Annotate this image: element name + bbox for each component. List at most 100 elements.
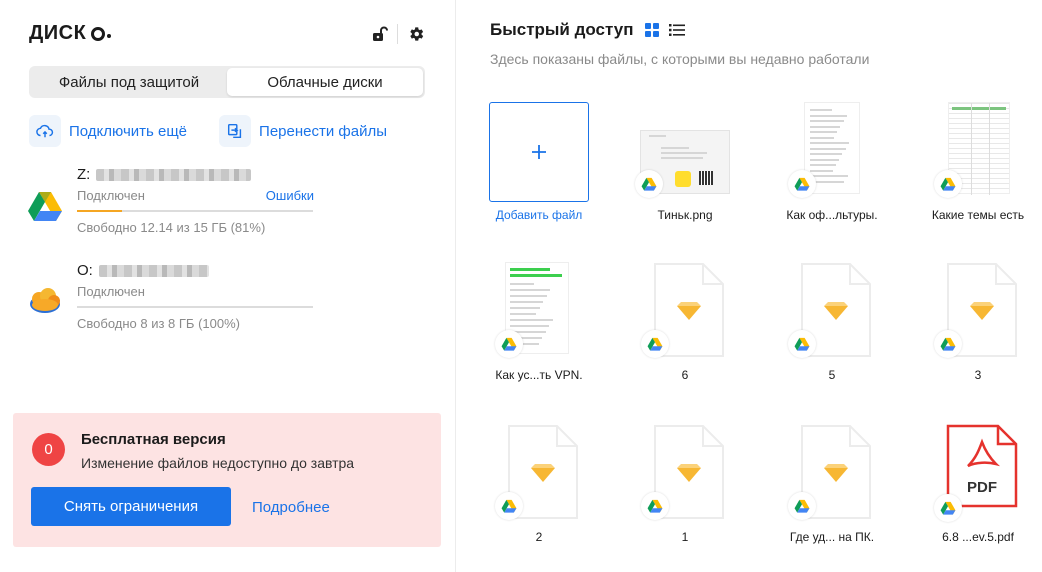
file-tile[interactable]: 2 — [469, 424, 609, 572]
disk-name: Z: — [77, 166, 252, 183]
file-tile[interactable]: PDF 6.8 ...ev.5.pdf — [908, 424, 1042, 572]
cloud-icon — [27, 284, 63, 316]
disk-status: Подключен — [77, 284, 145, 299]
file-preview — [489, 424, 589, 524]
google-drive-badge-icon — [495, 330, 523, 358]
tab-cloud-disks[interactable]: Облачные диски — [227, 68, 423, 96]
transfer-files-label: Перенести файлы — [259, 122, 387, 140]
google-drive-badge-icon — [934, 170, 962, 198]
blurred-disk-label — [98, 264, 209, 277]
file-preview — [635, 424, 735, 524]
quick-access-panel: Быстрый доступ Здесь показаны файлы, с к… — [457, 0, 1042, 572]
logo-dot-icon — [107, 33, 112, 38]
gear-icon[interactable] — [407, 25, 425, 43]
file-preview — [635, 262, 735, 362]
free-version-banner: 0 Бесплатная версия Изменение файлов нед… — [13, 413, 441, 547]
errors-link[interactable]: Ошибки — [266, 188, 314, 203]
google-drive-badge-icon — [788, 170, 816, 198]
quick-access-title: Быстрый доступ — [490, 20, 634, 39]
remove-limits-button[interactable]: Снять ограничения — [31, 487, 231, 526]
header-divider — [397, 24, 398, 44]
logo-ring-icon — [91, 26, 106, 41]
storage-tabs: Файлы под защитой Облачные диски — [29, 66, 425, 98]
file-name: Как ус...ть VPN. — [495, 368, 583, 382]
disk-usage-fill — [77, 210, 122, 212]
remaining-count-badge: 0 — [32, 433, 65, 466]
quick-access-header: Быстрый доступ — [490, 20, 686, 40]
file-preview — [635, 102, 735, 202]
disk-usage-bar — [77, 210, 313, 212]
google-drive-badge-icon — [641, 492, 669, 520]
plus-icon — [532, 145, 546, 159]
file-tile[interactable]: 1 — [615, 424, 755, 572]
file-tile[interactable]: Как оф...льтуры. — [762, 102, 902, 250]
file-preview — [489, 262, 589, 362]
connect-more-button[interactable]: Подключить ещё — [29, 115, 187, 147]
google-drive-badge-icon — [788, 330, 816, 358]
file-name: 5 — [828, 368, 836, 382]
google-drive-badge-icon — [788, 492, 816, 520]
promo-title: Бесплатная версия — [81, 431, 226, 448]
file-name: Как оф...льтуры. — [786, 208, 878, 222]
file-name: 2 — [535, 530, 543, 544]
file-preview — [782, 262, 882, 362]
logo-text: ДИСК — [29, 22, 87, 44]
promo-text: Изменение файлов недоступно до завтра — [81, 455, 355, 471]
logo: ДИСК — [29, 22, 112, 45]
yellow-logo — [675, 171, 691, 187]
add-file-button[interactable] — [489, 102, 589, 202]
grid-view-icon[interactable] — [645, 23, 660, 37]
blurred-disk-label — [96, 168, 252, 181]
file-tile[interactable]: 6 — [615, 262, 755, 410]
left-panel: ДИСК Файлы под защитой Облачные диски По… — [0, 0, 456, 572]
file-preview — [928, 262, 1028, 362]
file-name: Какие темы есть — [931, 208, 1025, 222]
file-name: 3 — [974, 368, 982, 382]
list-view-icon[interactable] — [669, 23, 686, 37]
quick-access-subtitle: Здесь показаны файлы, с которыми вы неда… — [490, 51, 870, 67]
file-tile[interactable]: Тиньк.png — [615, 102, 755, 250]
disk-letter: O: — [77, 262, 93, 279]
header-icons — [370, 24, 425, 44]
add-file-label: Добавить файл — [495, 208, 583, 222]
add-file-tile[interactable]: Добавить файл — [469, 102, 609, 250]
file-preview: PDF — [928, 424, 1028, 524]
google-drive-badge-icon — [641, 330, 669, 358]
disk-free-space: Свободно 12.14 из 15 ГБ (81%) — [77, 220, 266, 235]
file-preview — [782, 424, 882, 524]
file-preview — [928, 102, 1028, 202]
disk-status: Подключен — [77, 188, 145, 203]
file-tile[interactable]: 5 — [762, 262, 902, 410]
disk-free-space: Свободно 8 из 8 ГБ (100%) — [77, 316, 240, 331]
google-drive-badge-icon — [934, 330, 962, 358]
app-window: ДИСК Файлы под защитой Облачные диски По… — [0, 0, 1042, 572]
qr-code — [699, 171, 713, 185]
disk-usage-bar — [77, 306, 313, 308]
file-name: 6.8 ...ev.5.pdf — [942, 530, 1014, 544]
disk-name: O: — [77, 262, 209, 279]
transfer-icon — [219, 115, 252, 147]
file-name: Где уд... на ПК. — [789, 530, 875, 544]
unlock-icon[interactable] — [370, 25, 388, 43]
transfer-files-button[interactable]: Перенести файлы — [219, 115, 387, 147]
file-name: 1 — [681, 530, 689, 544]
svg-text:PDF: PDF — [967, 479, 997, 496]
file-tile[interactable]: Какие темы есть — [908, 102, 1042, 250]
disk-letter: Z: — [77, 166, 91, 183]
disk-item-z[interactable]: Z: Подключен Ошибки Свободно 12.14 из 15… — [27, 166, 317, 246]
file-tile[interactable]: Как ус...ть VPN. — [469, 262, 609, 410]
google-drive-badge-icon — [934, 494, 962, 522]
tab-protected-files[interactable]: Файлы под защитой — [31, 68, 227, 96]
file-tile[interactable]: Где уд... на ПК. — [762, 424, 902, 572]
file-name: Тиньк.png — [657, 208, 713, 222]
google-drive-icon — [27, 190, 63, 222]
google-drive-badge-icon — [495, 492, 523, 520]
file-tile[interactable]: 3 — [908, 262, 1042, 410]
more-info-link[interactable]: Подробнее — [252, 499, 330, 516]
google-drive-badge-icon — [635, 170, 663, 198]
file-preview — [782, 102, 882, 202]
cloud-sync-icon — [29, 115, 61, 147]
disk-actions: Подключить ещё Перенести файлы — [29, 115, 387, 147]
file-name: 6 — [681, 368, 689, 382]
disk-item-o[interactable]: O: Подключен Свободно 8 из 8 ГБ (100%) — [27, 262, 317, 342]
